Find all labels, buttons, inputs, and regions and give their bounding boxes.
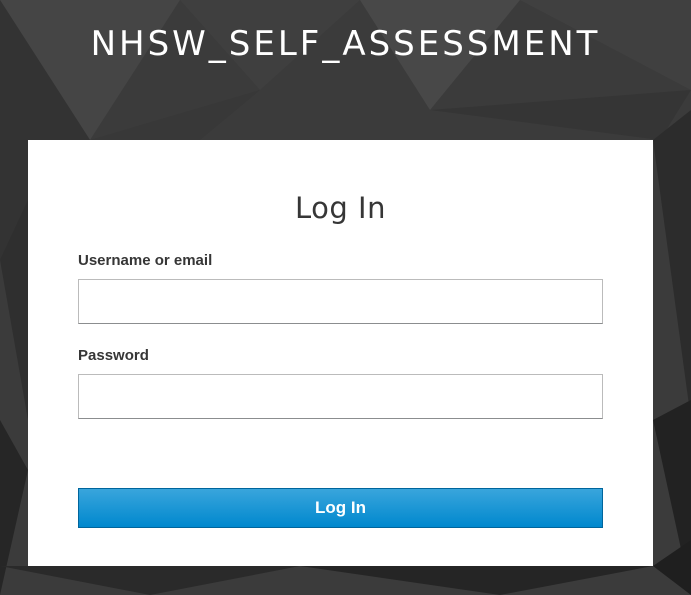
username-label: Username or email — [78, 252, 213, 269]
login-title: Log In — [295, 191, 386, 225]
login-card: Log In Username or email Password Log In — [28, 140, 653, 566]
password-label: Password — [78, 347, 149, 364]
login-button[interactable]: Log In — [78, 488, 603, 528]
username-input[interactable] — [78, 279, 603, 324]
password-input[interactable] — [78, 374, 603, 419]
realm-title: NHSW_SELF_ASSESSMENT — [90, 24, 601, 64]
